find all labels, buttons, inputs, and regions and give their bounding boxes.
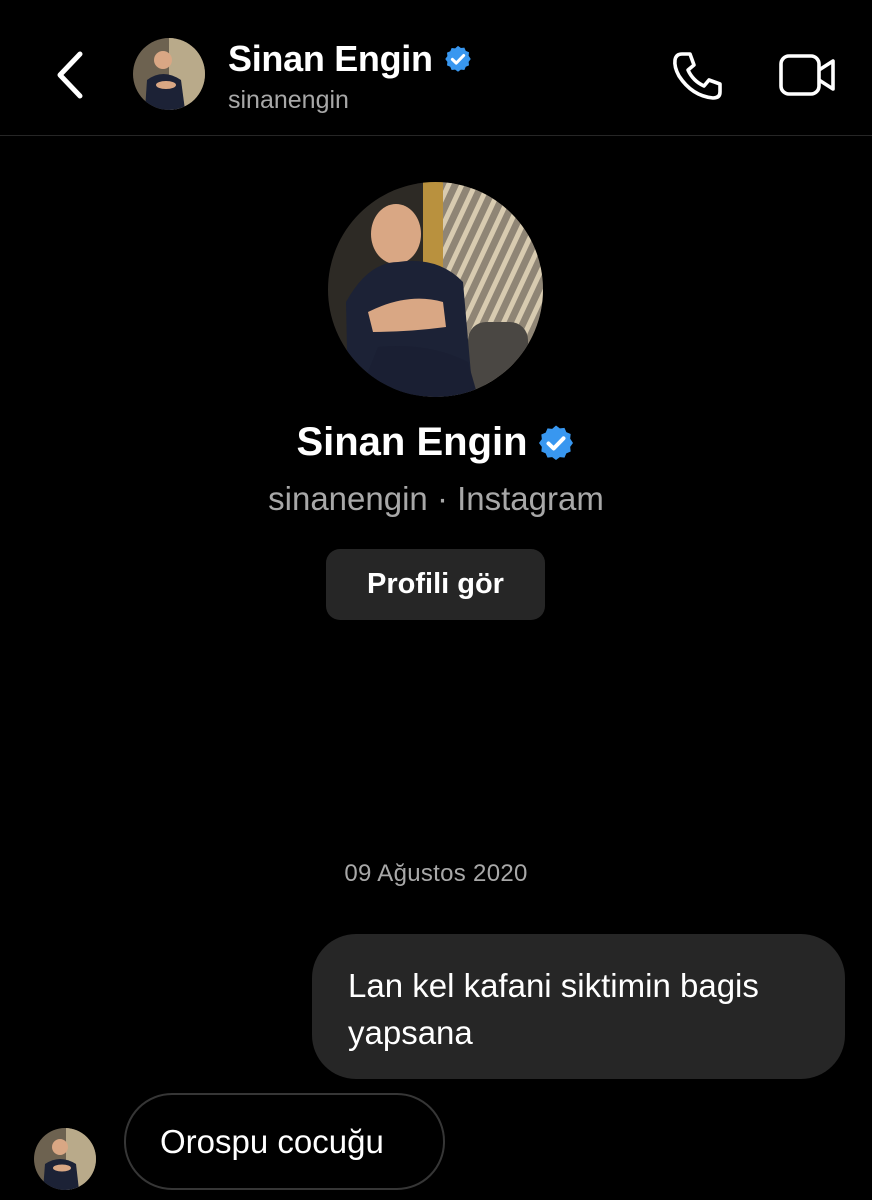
contact-name[interactable]: Sinan Engin	[228, 38, 473, 80]
avatar[interactable]	[133, 38, 205, 110]
outgoing-message[interactable]: Lan kel kafani siktimin bagis yapsana	[312, 934, 845, 1079]
profile-name-text: Sinan Engin	[296, 420, 528, 464]
message-text: Lan kel kafani siktimin bagis yapsana	[348, 967, 759, 1051]
message-text: Orospu cocuğu	[160, 1122, 384, 1160]
phone-icon[interactable]	[670, 50, 726, 102]
video-camera-icon[interactable]	[778, 52, 838, 98]
sender-avatar[interactable]	[34, 1128, 96, 1190]
profile-name: Sinan Engin	[0, 420, 872, 465]
profile-avatar[interactable]	[328, 182, 543, 397]
view-profile-button[interactable]: Profili gör	[326, 549, 545, 620]
date-separator: 09 Ağustos 2020	[344, 860, 528, 887]
contact-name-text: Sinan Engin	[228, 38, 433, 79]
contact-username: sinanengin	[228, 86, 349, 114]
back-icon[interactable]	[48, 48, 92, 102]
verified-badge-icon	[443, 44, 473, 74]
verified-badge-icon	[536, 423, 576, 463]
chat-header: Sinan Engin sinanengin	[0, 0, 872, 136]
incoming-message[interactable]: Orospu cocuğu	[124, 1093, 445, 1190]
profile-subtitle: sinanengin · Instagram	[268, 480, 604, 517]
